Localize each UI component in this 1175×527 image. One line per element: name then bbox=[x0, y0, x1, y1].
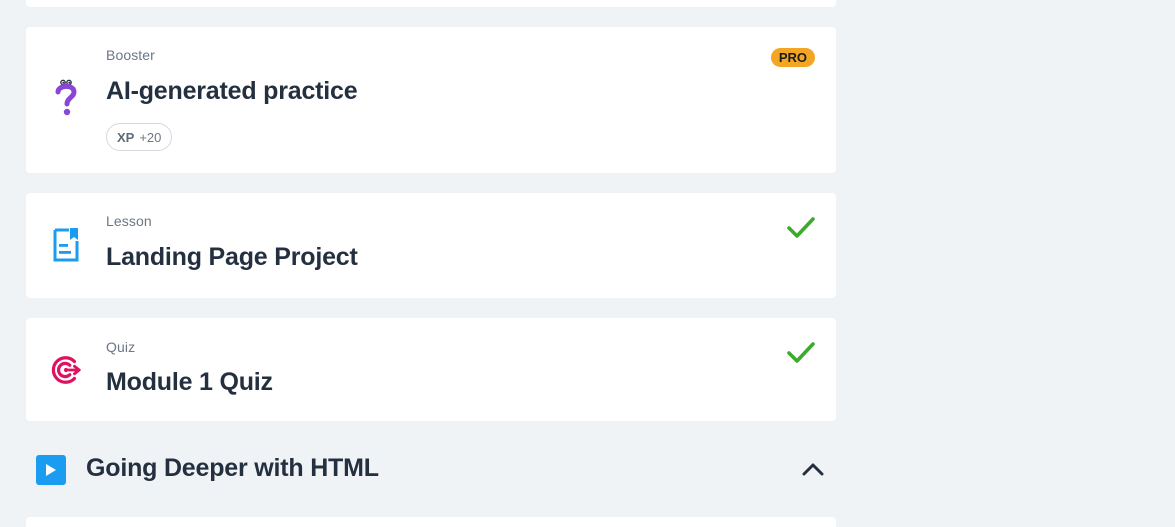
course-content-page: Booster AI-generated practice PRO XP +20… bbox=[0, 0, 1175, 527]
item-type-label: Booster bbox=[106, 47, 155, 63]
item-type-label: Lesson bbox=[106, 213, 152, 229]
previous-item-card[interactable] bbox=[26, 0, 836, 7]
item-title[interactable]: Landing Page Project bbox=[106, 243, 358, 272]
question-mark-character-icon bbox=[50, 79, 82, 117]
xp-label: XP bbox=[117, 129, 135, 145]
item-title[interactable]: Module 1 Quiz bbox=[106, 368, 273, 397]
target-icon bbox=[50, 352, 82, 388]
check-icon bbox=[787, 342, 815, 363]
pro-badge: PRO bbox=[770, 48, 815, 67]
document-bookmark-icon bbox=[50, 227, 82, 263]
play-icon bbox=[36, 455, 66, 485]
section-title[interactable]: Going Deeper with HTML bbox=[86, 454, 379, 483]
item-title[interactable]: AI-generated practice bbox=[106, 77, 358, 106]
lesson-card[interactable]: Lesson Landing Page Project bbox=[26, 193, 836, 298]
item-type-label: Quiz bbox=[106, 339, 136, 355]
xp-reward-badge: XP +20 bbox=[106, 123, 173, 151]
check-icon bbox=[787, 217, 815, 238]
chevron-up-icon[interactable] bbox=[800, 460, 826, 478]
xp-value: +20 bbox=[139, 129, 162, 145]
next-item-card[interactable] bbox=[26, 517, 836, 527]
section-header[interactable]: Going Deeper with HTML bbox=[26, 444, 836, 494]
quiz-card[interactable]: Quiz Module 1 Quiz bbox=[26, 318, 836, 421]
booster-card[interactable]: Booster AI-generated practice PRO XP +20 bbox=[26, 27, 836, 173]
